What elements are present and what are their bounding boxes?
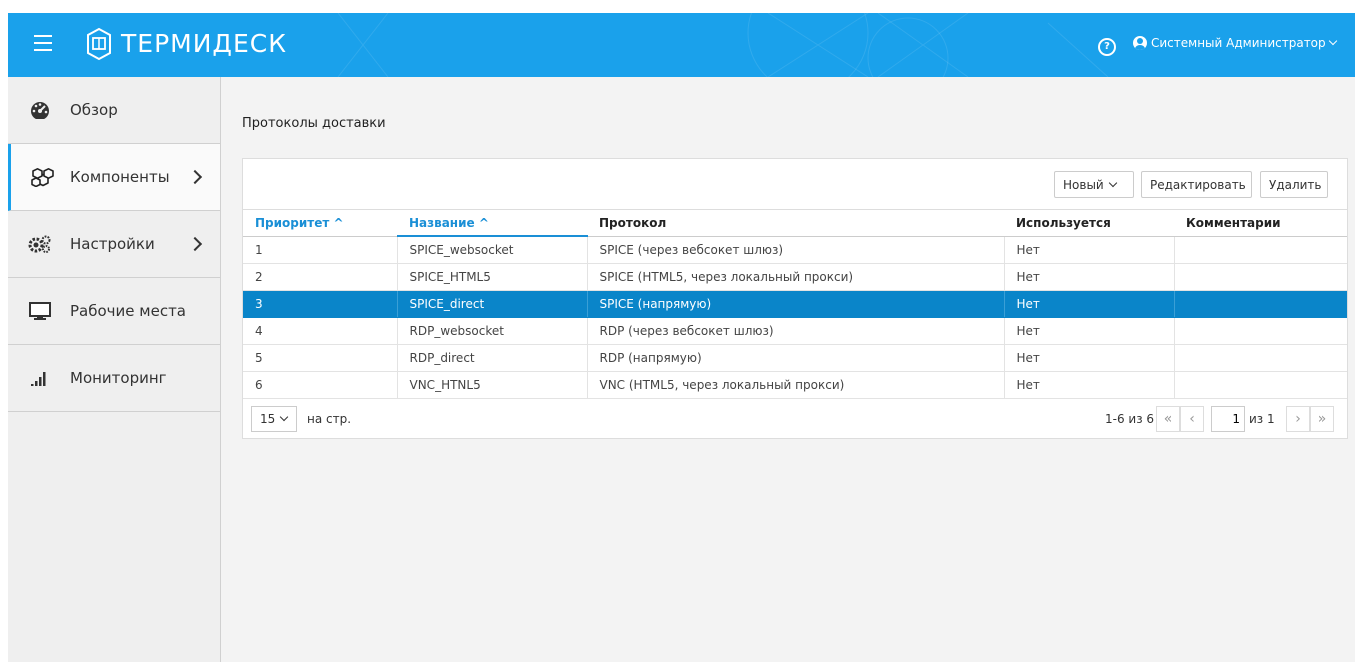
cell-used: Нет	[1004, 236, 1175, 264]
cell-protocol: VNC (HTML5, через локальный прокси)	[587, 371, 1005, 399]
sidebar-item-label: Мониторинг	[70, 369, 167, 387]
pagination-bar: 15 на стр. 1-6 из 6 « ‹ из 1 › »	[243, 401, 1347, 437]
top-header: ТЕРМИДЕСК ? Системный Администратор	[8, 13, 1355, 77]
delete-button-label: Удалить	[1269, 177, 1322, 192]
cell-comments	[1174, 344, 1347, 372]
per-page-select[interactable]: 15	[251, 406, 297, 432]
delete-button[interactable]: Удалить	[1260, 171, 1328, 198]
chevron-down-icon	[1108, 178, 1117, 187]
next-page-button[interactable]: ›	[1286, 406, 1310, 432]
table-header-row: Приоритет ^ Название ^ Протокол Использу…	[243, 209, 1347, 237]
cell-protocol: SPICE (через вебсокет шлюз)	[587, 236, 1005, 264]
column-header-priority[interactable]: Приоритет ^	[243, 209, 397, 237]
dashboard-icon	[28, 100, 52, 120]
sidebar-item-label: Компоненты	[70, 168, 170, 186]
sidebar: Обзор Компоненты Настройки Рабочие места	[8, 77, 221, 662]
table-row[interactable]: 3 SPICE_direct SPICE (напрямую) Нет	[243, 290, 1347, 318]
edit-button[interactable]: Редактировать	[1141, 171, 1252, 198]
cell-priority: 5	[243, 344, 398, 372]
cell-used: Нет	[1004, 263, 1175, 291]
cell-name: SPICE_direct	[397, 290, 588, 318]
sidebar-item-components[interactable]: Компоненты	[8, 144, 220, 211]
table-row[interactable]: 4 RDP_websocket RDP (через вебсокет шлюз) Н…	[243, 317, 1347, 345]
menu-icon[interactable]	[34, 35, 52, 51]
protocols-table: Приоритет ^ Название ^ Протокол Использу…	[243, 209, 1347, 399]
cell-name: RDP_direct	[397, 344, 588, 372]
cell-priority: 2	[243, 263, 398, 291]
table-row[interactable]: 1 SPICE_websocket SPICE (через вебсокет шл…	[243, 236, 1347, 264]
cell-comments	[1174, 371, 1347, 399]
user-name: Системный Администратор	[1151, 36, 1326, 50]
sidebar-item-label: Обзор	[70, 101, 118, 119]
cell-comments	[1174, 317, 1347, 345]
monitor-icon	[28, 301, 52, 321]
protocols-panel: Новый Редактировать Удалить Приоритет ^ …	[242, 158, 1348, 439]
logo-icon	[87, 27, 111, 61]
edit-button-label: Редактировать	[1150, 177, 1246, 192]
sidebar-item-workplaces[interactable]: Рабочие места	[8, 278, 220, 345]
cell-priority: 3	[243, 290, 398, 318]
bars-icon	[28, 368, 52, 388]
chevron-down-icon	[1328, 36, 1337, 46]
sidebar-item-label: Настройки	[70, 235, 155, 253]
column-header-used[interactable]: Используется	[1004, 209, 1174, 237]
cell-name: SPICE_websocket	[397, 236, 588, 264]
column-header-comments[interactable]: Комментарии	[1174, 209, 1347, 237]
sidebar-item-settings[interactable]: Настройки	[8, 211, 220, 278]
new-button[interactable]: Новый	[1054, 171, 1134, 198]
last-page-button[interactable]: »	[1310, 406, 1334, 432]
prev-page-button[interactable]: ‹	[1180, 406, 1204, 432]
cell-name: VNC_HTNL5	[397, 371, 588, 399]
per-page-value: 15	[260, 412, 276, 426]
cell-used: Нет	[1004, 317, 1175, 345]
cell-protocol: RDP (через вебсокет шлюз)	[587, 317, 1005, 345]
cell-protocol: SPICE (HTML5, через локальный прокси)	[587, 263, 1005, 291]
cell-priority: 6	[243, 371, 398, 399]
cubes-icon	[31, 167, 55, 187]
first-page-button[interactable]: «	[1156, 406, 1180, 432]
user-menu[interactable]: Системный Администратор	[1133, 36, 1337, 50]
page-total-label: из 1	[1249, 412, 1275, 426]
range-label: 1-6 из 6	[1105, 412, 1155, 426]
chevron-right-icon	[187, 169, 203, 185]
per-page-label: на стр.	[307, 412, 352, 426]
cell-comments	[1174, 236, 1347, 264]
cell-comments	[1174, 263, 1347, 291]
new-button-label: Новый	[1063, 177, 1104, 192]
chevron-down-icon	[280, 412, 289, 422]
cell-protocol: RDP (напрямую)	[587, 344, 1005, 372]
column-header-protocol[interactable]: Протокол	[587, 209, 1004, 237]
cell-priority: 4	[243, 317, 398, 345]
cell-used: Нет	[1004, 290, 1175, 318]
gears-icon	[28, 234, 52, 254]
sidebar-item-label: Рабочие места	[70, 302, 186, 320]
cell-comments	[1174, 290, 1347, 318]
help-icon[interactable]: ?	[1098, 38, 1116, 56]
page-number-input[interactable]	[1211, 406, 1245, 432]
table-row[interactable]: 2 SPICE_HTML5 SPICE (HTML5, через локальны…	[243, 263, 1347, 291]
cell-used: Нет	[1004, 371, 1175, 399]
chevron-right-icon	[187, 236, 203, 252]
app-frame: ТЕРМИДЕСК ? Системный Администратор Обзо…	[8, 13, 1355, 662]
cell-name: RDP_websocket	[397, 317, 588, 345]
sidebar-item-overview[interactable]: Обзор	[8, 77, 220, 144]
page-title: Протоколы доставки	[242, 116, 386, 131]
user-icon	[1133, 36, 1147, 50]
sidebar-item-monitoring[interactable]: Мониторинг	[8, 345, 220, 412]
cell-name: SPICE_HTML5	[397, 263, 588, 291]
cell-priority: 1	[243, 236, 398, 264]
table-row[interactable]: 6 VNC_HTNL5 VNC (HTML5, через локальный пр…	[243, 371, 1347, 399]
column-header-name[interactable]: Название ^	[397, 209, 587, 237]
brand-name: ТЕРМИДЕСК	[121, 29, 287, 58]
cell-protocol: SPICE (напрямую)	[587, 290, 1005, 318]
cell-used: Нет	[1004, 344, 1175, 372]
table-row[interactable]: 5 RDP_direct RDP (напрямую) Нет	[243, 344, 1347, 372]
